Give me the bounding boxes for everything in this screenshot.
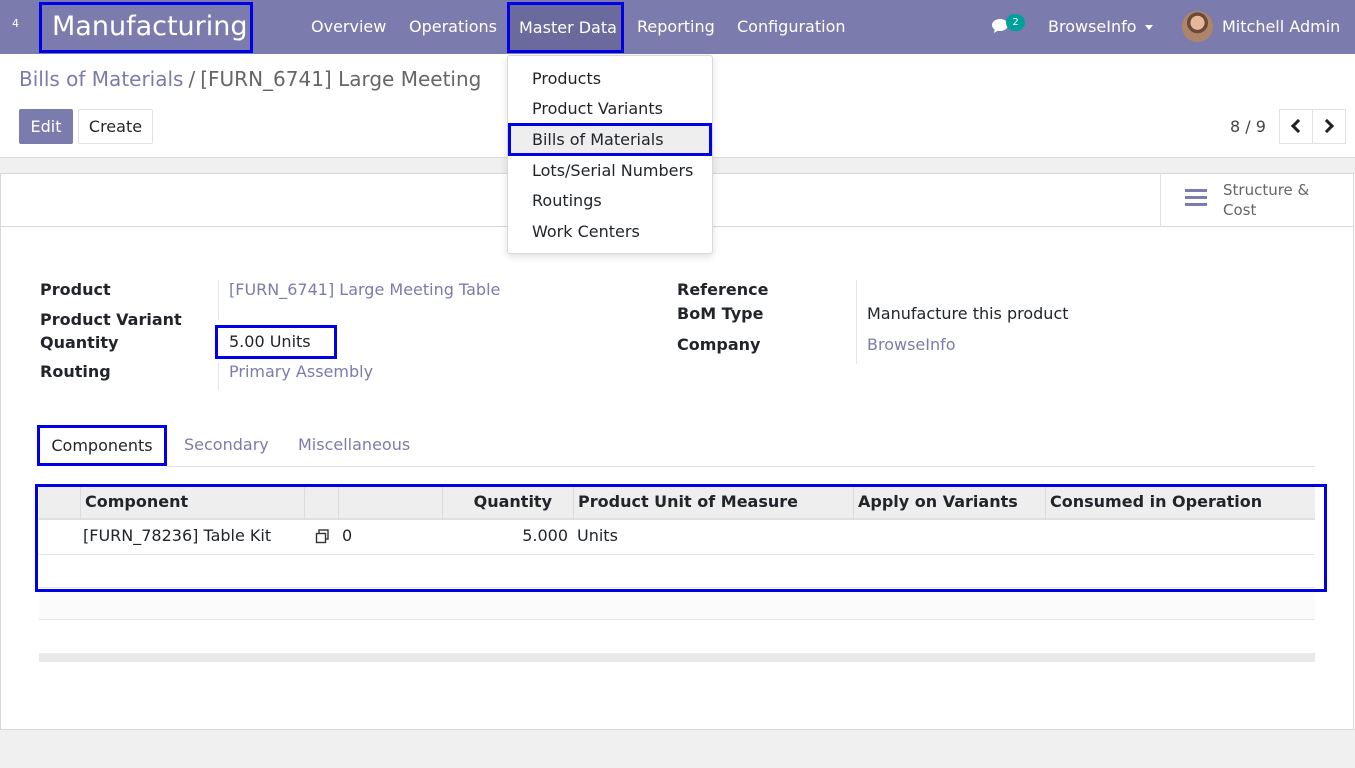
chat-count-badge: 2 [1006, 14, 1025, 31]
pager-value: 8 / 9 [1230, 117, 1266, 136]
breadcrumb: Bills of Materials / [FURN_6741] Large Mee… [19, 67, 481, 91]
menu-item-work-centers[interactable]: Work Centers [532, 222, 640, 241]
table-empty-row [39, 592, 1315, 620]
chevron-right-icon [1319, 118, 1335, 134]
user-avatar[interactable] [1182, 11, 1213, 42]
tab-secondary[interactable]: Secondary [184, 425, 269, 466]
create-button[interactable]: Create [78, 109, 153, 144]
menu-item-bills-of-materials[interactable]: Bills of Materials [508, 123, 712, 156]
bars-icon [1185, 189, 1207, 207]
reference-label: Reference [677, 280, 769, 299]
product-field[interactable]: [FURN_6741] Large Meeting Table [229, 280, 500, 299]
menu-item-routings[interactable]: Routings [532, 191, 602, 210]
user-name: Mitchell Admin [1222, 17, 1341, 36]
breadcrumb-separator: / [188, 67, 196, 91]
field-divider [856, 280, 857, 364]
structure-cost-button[interactable]: Structure & Cost [1160, 174, 1354, 226]
structure-cost-label: Structure & Cost [1223, 181, 1310, 219]
company-label: Company [677, 335, 761, 354]
menu-item-lots-serial-numbers[interactable]: Lots/Serial Numbers [532, 161, 693, 180]
routing-label: Routing [40, 362, 111, 381]
chevron-left-icon [1290, 118, 1306, 134]
menu-reporting[interactable]: Reporting [637, 0, 715, 54]
breadcrumb-parent-link[interactable]: Bills of Materials [19, 67, 183, 91]
content-background-bottom [0, 729, 1355, 768]
menu-operations[interactable]: Operations [409, 0, 497, 54]
company-switcher[interactable]: BrowseInfo [1048, 0, 1153, 54]
product-variant-label: Product Variant [40, 310, 182, 329]
caret-down-icon [1144, 25, 1153, 30]
field-divider [218, 280, 219, 320]
components-table [35, 484, 1327, 592]
routing-field[interactable]: Primary Assembly [229, 362, 373, 381]
pager-next-button[interactable] [1312, 109, 1346, 144]
tab-underline [167, 466, 1315, 467]
field-divider [218, 362, 219, 390]
breadcrumb-current: [FURN_6741] Large Meeting [200, 67, 482, 91]
product-label: Product [40, 280, 111, 299]
menu-item-products[interactable]: Products [532, 69, 601, 88]
company-name: BrowseInfo [1048, 17, 1137, 36]
edit-button[interactable]: Edit [19, 109, 73, 144]
caret-down-icon [1230, 79, 1238, 84]
app-brand[interactable]: Manufacturing [39, 2, 253, 53]
quantity-uom: Units [269, 332, 311, 351]
user-menu[interactable]: Mitchell Admin [1222, 0, 1355, 108]
quantity-value: 5.00 [229, 332, 265, 351]
apps-menu-toggle[interactable]: 4 [12, 17, 19, 30]
pager-previous-button[interactable] [1279, 109, 1313, 144]
menu-master-data[interactable]: Master Data [507, 2, 624, 53]
horizontal-scrollbar[interactable] [39, 653, 1315, 662]
quantity-label: Quantity [40, 333, 119, 352]
bom-type-field[interactable]: Manufacture this product [867, 304, 1069, 323]
tab-components[interactable]: Components [37, 425, 167, 466]
company-field[interactable]: BrowseInfo [867, 335, 956, 354]
menu-overview[interactable]: Overview [311, 0, 386, 54]
quantity-field[interactable]: 5.00 Units [215, 325, 337, 359]
menu-item-product-variants[interactable]: Product Variants [532, 99, 663, 118]
menu-configuration[interactable]: Configuration [737, 0, 846, 54]
tab-miscellaneous[interactable]: Miscellaneous [298, 425, 410, 466]
bom-type-label: BoM Type [677, 304, 764, 323]
